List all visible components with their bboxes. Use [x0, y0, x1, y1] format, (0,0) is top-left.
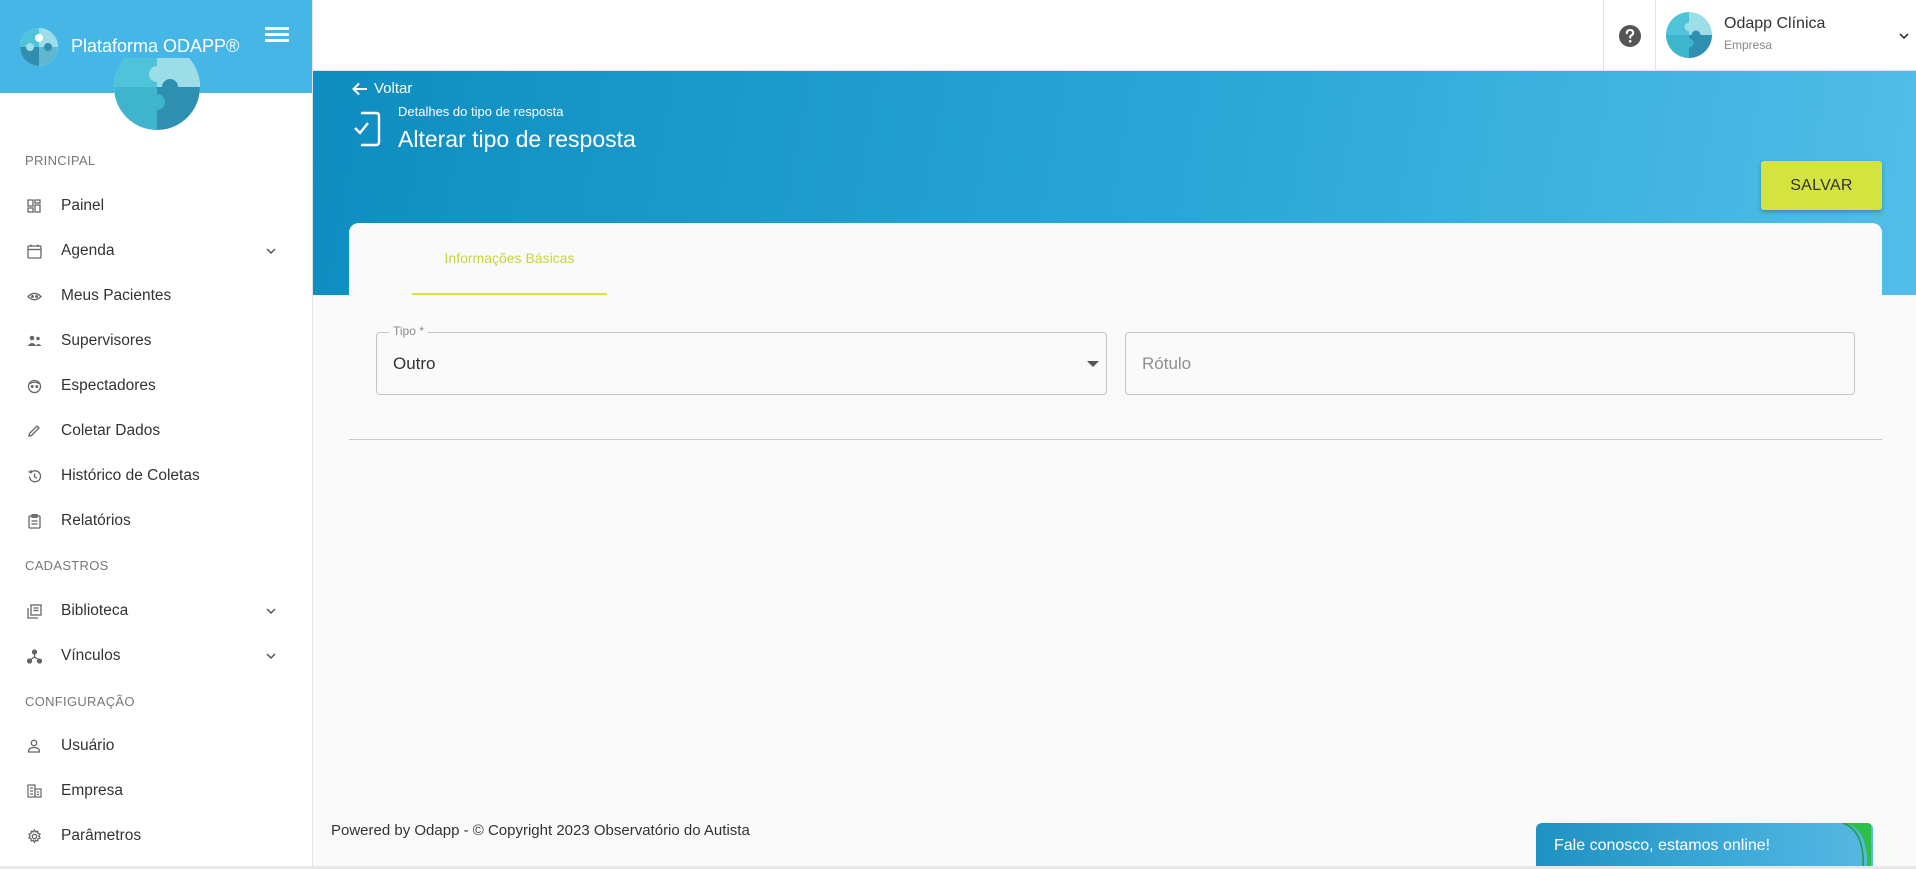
sidebar-item-meus-pacientes[interactable]: Meus Pacientes: [0, 276, 313, 316]
sidebar-item-biblioteca[interactable]: Biblioteca: [0, 591, 313, 631]
user-menu[interactable]: Odapp Clínica Empresa: [1657, 0, 1916, 71]
sidebar-item-label: Espectadores: [61, 377, 156, 394]
building-icon: [25, 782, 43, 800]
chevron-down-icon: [266, 248, 276, 255]
tipo-select[interactable]: Tipo * Outro: [376, 324, 1107, 395]
page-subtitle: Detalhes do tipo de resposta: [398, 104, 564, 119]
save-button[interactable]: SALVAR: [1761, 161, 1882, 210]
sidebar-item-usuario[interactable]: Usuário: [0, 726, 313, 766]
chevron-down-icon: [1899, 33, 1909, 40]
sidebar-item-coletar-dados[interactable]: Coletar Dados: [0, 411, 313, 451]
dashboard-icon: [25, 197, 43, 215]
user-avatar: [1666, 12, 1712, 58]
sidebar-item-relatorios[interactable]: Relatórios: [0, 501, 313, 541]
back-label: Voltar: [374, 80, 413, 97]
clipboard-icon: [25, 512, 43, 530]
top-bar: Odapp Clínica Empresa: [313, 0, 1916, 71]
sidebar-item-parametros[interactable]: Parâmetros: [0, 816, 313, 856]
sidebar-item-label: Coletar Dados: [61, 422, 161, 439]
sidebar-item-espectadores[interactable]: Espectadores: [0, 366, 313, 406]
puzzle-logo-icon: [20, 27, 58, 66]
sidebar-item-label: Meus Pacientes: [61, 287, 172, 304]
sidebar-item-label: Supervisores: [61, 332, 152, 349]
sidebar-item-label: Biblioteca: [61, 602, 129, 619]
chat-label: Fale conosco, estamos online!: [1554, 837, 1771, 854]
section-cadastros: CADASTROS: [25, 558, 109, 573]
page-title: Alterar tipo de resposta: [398, 126, 636, 152]
online-status-icon: [1842, 823, 1871, 869]
help-button[interactable]: [1603, 0, 1656, 71]
tab-informacoes-basicas[interactable]: Informações Básicas: [412, 223, 607, 295]
mobile-check-icon: [354, 111, 381, 147]
sidebar-item-painel[interactable]: Painel: [0, 186, 313, 226]
sidebar-item-label: Agenda: [61, 242, 115, 259]
hamburger-menu-icon[interactable]: [265, 24, 289, 46]
user-role: Empresa: [1724, 38, 1773, 52]
tipo-value: Outro: [393, 354, 436, 373]
sidebar-item-empresa[interactable]: Empresa: [0, 771, 313, 811]
sidebar-item-agenda[interactable]: Agenda: [0, 231, 313, 271]
section-configuracao: CONFIGURAÇÃO: [25, 694, 135, 709]
back-link[interactable]: Voltar: [352, 80, 412, 97]
pencil-icon: [25, 422, 43, 440]
app-title: Plataforma ODAPP®: [71, 36, 240, 56]
help-icon: [1618, 24, 1641, 47]
settings-icon: [25, 827, 43, 845]
tab-bar: Informações Básicas: [349, 223, 1882, 295]
sidebar-item-vinculos[interactable]: Vínculos: [0, 636, 313, 676]
sidebar-item-label: Vínculos: [61, 647, 121, 664]
face-outline-icon: [25, 377, 43, 395]
sidebar-item-historico-de-coletas[interactable]: Histórico de Coletas: [0, 456, 313, 496]
tipo-label: Tipo *: [389, 324, 428, 338]
library-icon: [25, 602, 43, 620]
section-principal: PRINCIPAL: [25, 153, 96, 168]
history-icon: [25, 467, 43, 485]
sidebar-item-label: Painel: [61, 197, 105, 214]
person-icon: [25, 737, 43, 755]
arrow-left-icon: [352, 82, 367, 95]
footer-text: Powered by Odapp - © Copyright 2023 Obse…: [331, 822, 750, 839]
sidebar-item-label: Relatórios: [61, 512, 131, 529]
network-icon: [25, 647, 43, 665]
company-avatar: [114, 58, 200, 130]
rotulo-field: [1125, 332, 1855, 395]
dropdown-caret-icon: [1087, 361, 1099, 367]
sidebar-item-label: Usuário: [61, 737, 115, 754]
sidebar-item-label: Empresa: [61, 782, 124, 799]
face-icon: [25, 287, 43, 305]
sidebar-item-supervisores[interactable]: Supervisores: [0, 321, 313, 361]
chevron-down-icon: [266, 608, 276, 615]
people-icon: [25, 332, 43, 350]
user-name: Odapp Clínica: [1724, 15, 1826, 32]
chevron-down-icon: [266, 653, 276, 660]
rotulo-input[interactable]: [1126, 333, 1854, 394]
sidebar: Plataforma ODAPP® PRINCIPAL Painel Agend…: [0, 0, 313, 869]
calendar-icon: [25, 242, 43, 260]
chat-widget-button[interactable]: Fale conosco, estamos online!: [1536, 823, 1873, 869]
sidebar-item-label: Parâmetros: [61, 827, 142, 844]
sidebar-item-label: Histórico de Coletas: [61, 467, 200, 484]
